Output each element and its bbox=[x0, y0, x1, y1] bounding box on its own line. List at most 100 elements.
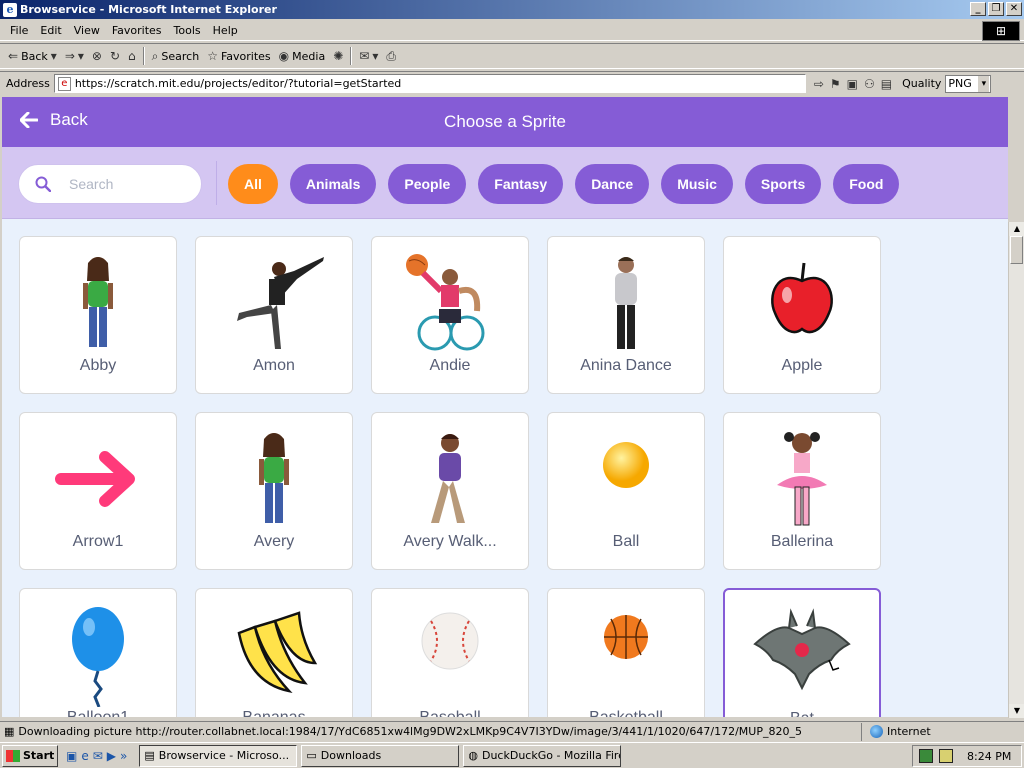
scroll-down-icon[interactable]: ▼ bbox=[1009, 704, 1024, 718]
sprite-card-ball[interactable]: Ball bbox=[547, 412, 705, 570]
tag-people[interactable]: People bbox=[388, 164, 467, 204]
quality-select[interactable]: PNG bbox=[945, 74, 992, 93]
sprite-card-avery-walk[interactable]: Avery Walk... bbox=[371, 412, 529, 570]
sprite-card-apple[interactable]: Apple bbox=[723, 236, 881, 394]
windows-logo-icon: ⊞ bbox=[982, 21, 1020, 41]
stop-icon: ⊗ bbox=[91, 49, 102, 63]
search-icon bbox=[35, 176, 51, 192]
sprite-card-balloon1[interactable]: Balloon1 bbox=[19, 588, 177, 717]
forward-nav-button[interactable]: ⇒ ▾ bbox=[61, 45, 88, 67]
print-button[interactable]: ⎙ bbox=[382, 45, 400, 67]
media-button[interactable]: ◉ Media bbox=[275, 45, 330, 67]
sprite-search-input[interactable] bbox=[69, 176, 189, 192]
sprite-card-anina-dance[interactable]: Anina Dance bbox=[547, 236, 705, 394]
mail-icon: ✉ bbox=[359, 49, 370, 63]
basketball-icon bbox=[548, 601, 704, 709]
sprite-card-bananas[interactable]: Bananas bbox=[195, 588, 353, 717]
task-browservice[interactable]: ▤ Browservice - Microso... bbox=[139, 744, 298, 767]
go-arrow-icon[interactable]: ⇨ bbox=[814, 77, 824, 91]
sprite-card-basketball[interactable]: Basketball bbox=[547, 588, 705, 717]
ball-icon bbox=[548, 425, 704, 533]
close-button[interactable]: ✕ bbox=[1006, 2, 1022, 16]
menu-favorites[interactable]: Favorites bbox=[106, 24, 168, 37]
history-icon: ✺ bbox=[333, 49, 344, 63]
tag-food[interactable]: Food bbox=[833, 164, 900, 204]
taskbar: Start ▣ e ✉ ▶ » ▤ Browservice - Microso.… bbox=[0, 742, 1024, 768]
quick-launch: ▣ e ✉ ▶ » bbox=[66, 749, 127, 763]
desktop-icon[interactable]: ▣ bbox=[66, 749, 77, 763]
menu-edit[interactable]: Edit bbox=[34, 24, 67, 37]
tag-all[interactable]: All bbox=[228, 164, 278, 204]
page-scrollbar[interactable]: ▲ ▼ bbox=[1008, 222, 1024, 718]
status-bar: ▦ Downloading picture http://router.coll… bbox=[0, 721, 1024, 741]
favorites-label: Favorites bbox=[220, 49, 271, 63]
menu-tools[interactable]: Tools bbox=[168, 24, 207, 37]
window-titlebar: e Browservice - Microsoft Internet Explo… bbox=[0, 0, 1024, 19]
sprite-card-arrow1[interactable]: Arrow1 bbox=[19, 412, 177, 570]
network-icon[interactable] bbox=[919, 749, 933, 763]
clipboard-icon[interactable]: ▤ bbox=[881, 77, 892, 91]
find-icon[interactable]: ⚇ bbox=[864, 77, 875, 91]
history-button[interactable]: ✺ bbox=[329, 45, 347, 67]
status-message: Downloading picture http://router.collab… bbox=[18, 725, 802, 738]
wheelchair-basketball-icon bbox=[372, 249, 528, 357]
sprite-card-ballerina[interactable]: Ballerina bbox=[723, 412, 881, 570]
refresh-button[interactable]: ↻ bbox=[106, 45, 124, 67]
ballerina-icon bbox=[724, 425, 880, 533]
search-button[interactable]: ⌕ Search bbox=[148, 45, 204, 67]
walking-girl-icon bbox=[372, 425, 528, 533]
home-button[interactable]: ⌂ bbox=[124, 45, 140, 67]
sprite-name: Anina Dance bbox=[580, 357, 672, 374]
ie-icon: e bbox=[3, 2, 17, 17]
start-button[interactable]: Start bbox=[2, 744, 58, 767]
mail-button[interactable]: ✉ ▾ bbox=[355, 45, 382, 67]
task-downloads[interactable]: ▭ Downloads bbox=[301, 744, 460, 767]
more-icon[interactable]: » bbox=[120, 749, 127, 763]
tag-music[interactable]: Music bbox=[661, 164, 733, 204]
baseball-icon bbox=[372, 601, 528, 709]
menu-help[interactable]: Help bbox=[207, 24, 244, 37]
favorites-button[interactable]: ☆ Favorites bbox=[203, 45, 274, 67]
sprite-card-andie[interactable]: Andie bbox=[371, 236, 529, 394]
media-player-icon[interactable]: ▶ bbox=[107, 749, 116, 763]
status-zone: Internet bbox=[887, 725, 931, 738]
menu-file[interactable]: File bbox=[4, 24, 34, 37]
address-input[interactable]: e https://scratch.mit.edu/projects/edito… bbox=[53, 74, 806, 93]
restore-button[interactable]: ❐ bbox=[988, 2, 1004, 16]
start-label: Start bbox=[23, 749, 55, 762]
media-icon: ◉ bbox=[278, 49, 290, 63]
sprite-name: Ball bbox=[612, 533, 640, 550]
sprite-search[interactable] bbox=[18, 164, 202, 204]
quality-label: Quality bbox=[902, 77, 942, 90]
refresh-icon: ↻ bbox=[109, 49, 121, 63]
tag-animals[interactable]: Animals bbox=[289, 164, 377, 204]
ie-task-icon: ▤ bbox=[144, 749, 155, 762]
menu-view[interactable]: View bbox=[68, 24, 106, 37]
task-label: Browservice - Microso... bbox=[158, 749, 290, 762]
tray-app-icon[interactable] bbox=[939, 749, 953, 763]
sprite-card-avery[interactable]: Avery bbox=[195, 412, 353, 570]
sprite-card-abby[interactable]: Abby bbox=[19, 236, 177, 394]
stop-button[interactable]: ⊗ bbox=[88, 45, 106, 67]
bookmark-icon[interactable]: ⚑ bbox=[830, 77, 841, 91]
tag-sports[interactable]: Sports bbox=[744, 164, 822, 204]
ie-quick-icon[interactable]: e bbox=[81, 749, 88, 763]
sprite-card-amon[interactable]: Amon bbox=[195, 236, 353, 394]
scroll-up-icon[interactable]: ▲ bbox=[1009, 222, 1024, 236]
outlook-icon[interactable]: ✉ bbox=[93, 749, 103, 763]
girl-icon bbox=[196, 425, 352, 533]
sprite-card-bat[interactable]: Bat bbox=[723, 588, 881, 717]
address-label: Address bbox=[6, 77, 50, 90]
toolbar-divider bbox=[350, 47, 353, 65]
sprite-card-baseball[interactable]: Baseball bbox=[371, 588, 529, 717]
media-label: Media bbox=[292, 49, 326, 63]
sprite-name: Apple bbox=[781, 357, 823, 374]
tag-dance[interactable]: Dance bbox=[575, 164, 650, 204]
save-icon[interactable]: ▣ bbox=[847, 77, 858, 91]
minimize-button[interactable]: _ bbox=[970, 2, 986, 16]
library-header: Back Choose a Sprite bbox=[2, 97, 1008, 147]
task-firefox[interactable]: ◍ DuckDuckGo - Mozilla Fire... bbox=[463, 744, 622, 767]
tag-fantasy[interactable]: Fantasy bbox=[478, 164, 564, 204]
scroll-thumb[interactable] bbox=[1010, 236, 1023, 264]
back-nav-button[interactable]: ⇐ Back ▾ bbox=[4, 45, 61, 67]
